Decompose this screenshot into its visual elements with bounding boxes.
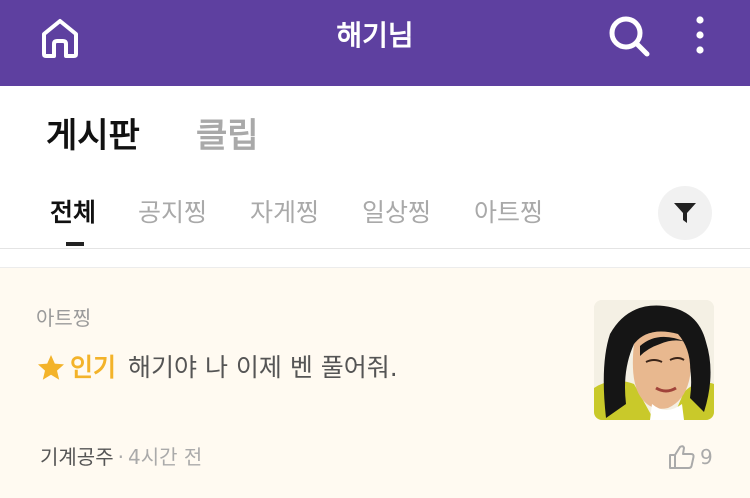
tab-notice[interactable]: 공지찡 (138, 196, 207, 230)
more-options-button[interactable] (686, 12, 714, 62)
main-tabs: 게시판 클립 (0, 86, 750, 186)
post-thumbnail[interactable] (594, 300, 714, 420)
post-meta: 기계공주 · 4시간 전 (40, 442, 202, 472)
search-icon (609, 16, 650, 57)
post-title[interactable]: 해기야 나 이제 벤 풀어줘. (128, 350, 398, 386)
star-icon (38, 355, 64, 380)
filter-button[interactable] (658, 186, 712, 240)
tab-art[interactable]: 아트찡 (474, 196, 543, 230)
section-divider (0, 249, 750, 268)
tab-daily[interactable]: 일상찡 (362, 196, 431, 230)
thumbs-up-icon (669, 445, 695, 469)
category-tabs: 전체 공지찡 자게찡 일상찡 아트찡 (0, 186, 750, 249)
like-count: 9 (700, 445, 713, 469)
post-time: 4시간 전 (127, 445, 203, 469)
search-button[interactable] (604, 12, 654, 62)
meta-separator: · (117, 445, 124, 469)
tab-board[interactable]: 게시판 (46, 114, 140, 158)
post-category: 아트찡 (36, 306, 92, 330)
post-title-row[interactable]: 인기 해기야 나 이제 벤 풀어줘. (36, 350, 398, 386)
post-author[interactable]: 기계공주 (40, 445, 114, 469)
tab-all[interactable]: 전체 (50, 196, 96, 230)
more-vertical-icon (696, 16, 704, 54)
tab-clip[interactable]: 클립 (196, 114, 259, 158)
popular-badge: 인기 (70, 353, 117, 382)
active-tab-indicator (66, 242, 84, 246)
tab-free-board[interactable]: 자게찡 (250, 196, 319, 230)
top-app-bar: 해기님 (0, 0, 750, 86)
like-button[interactable]: 9 (668, 442, 713, 472)
filter-icon (674, 203, 696, 223)
portrait-illustration (594, 300, 714, 420)
list-item[interactable]: 아트찡 인기 해기야 나 이제 벤 풀어줘. 기계공주 · 4시간 전 9 (0, 268, 750, 498)
